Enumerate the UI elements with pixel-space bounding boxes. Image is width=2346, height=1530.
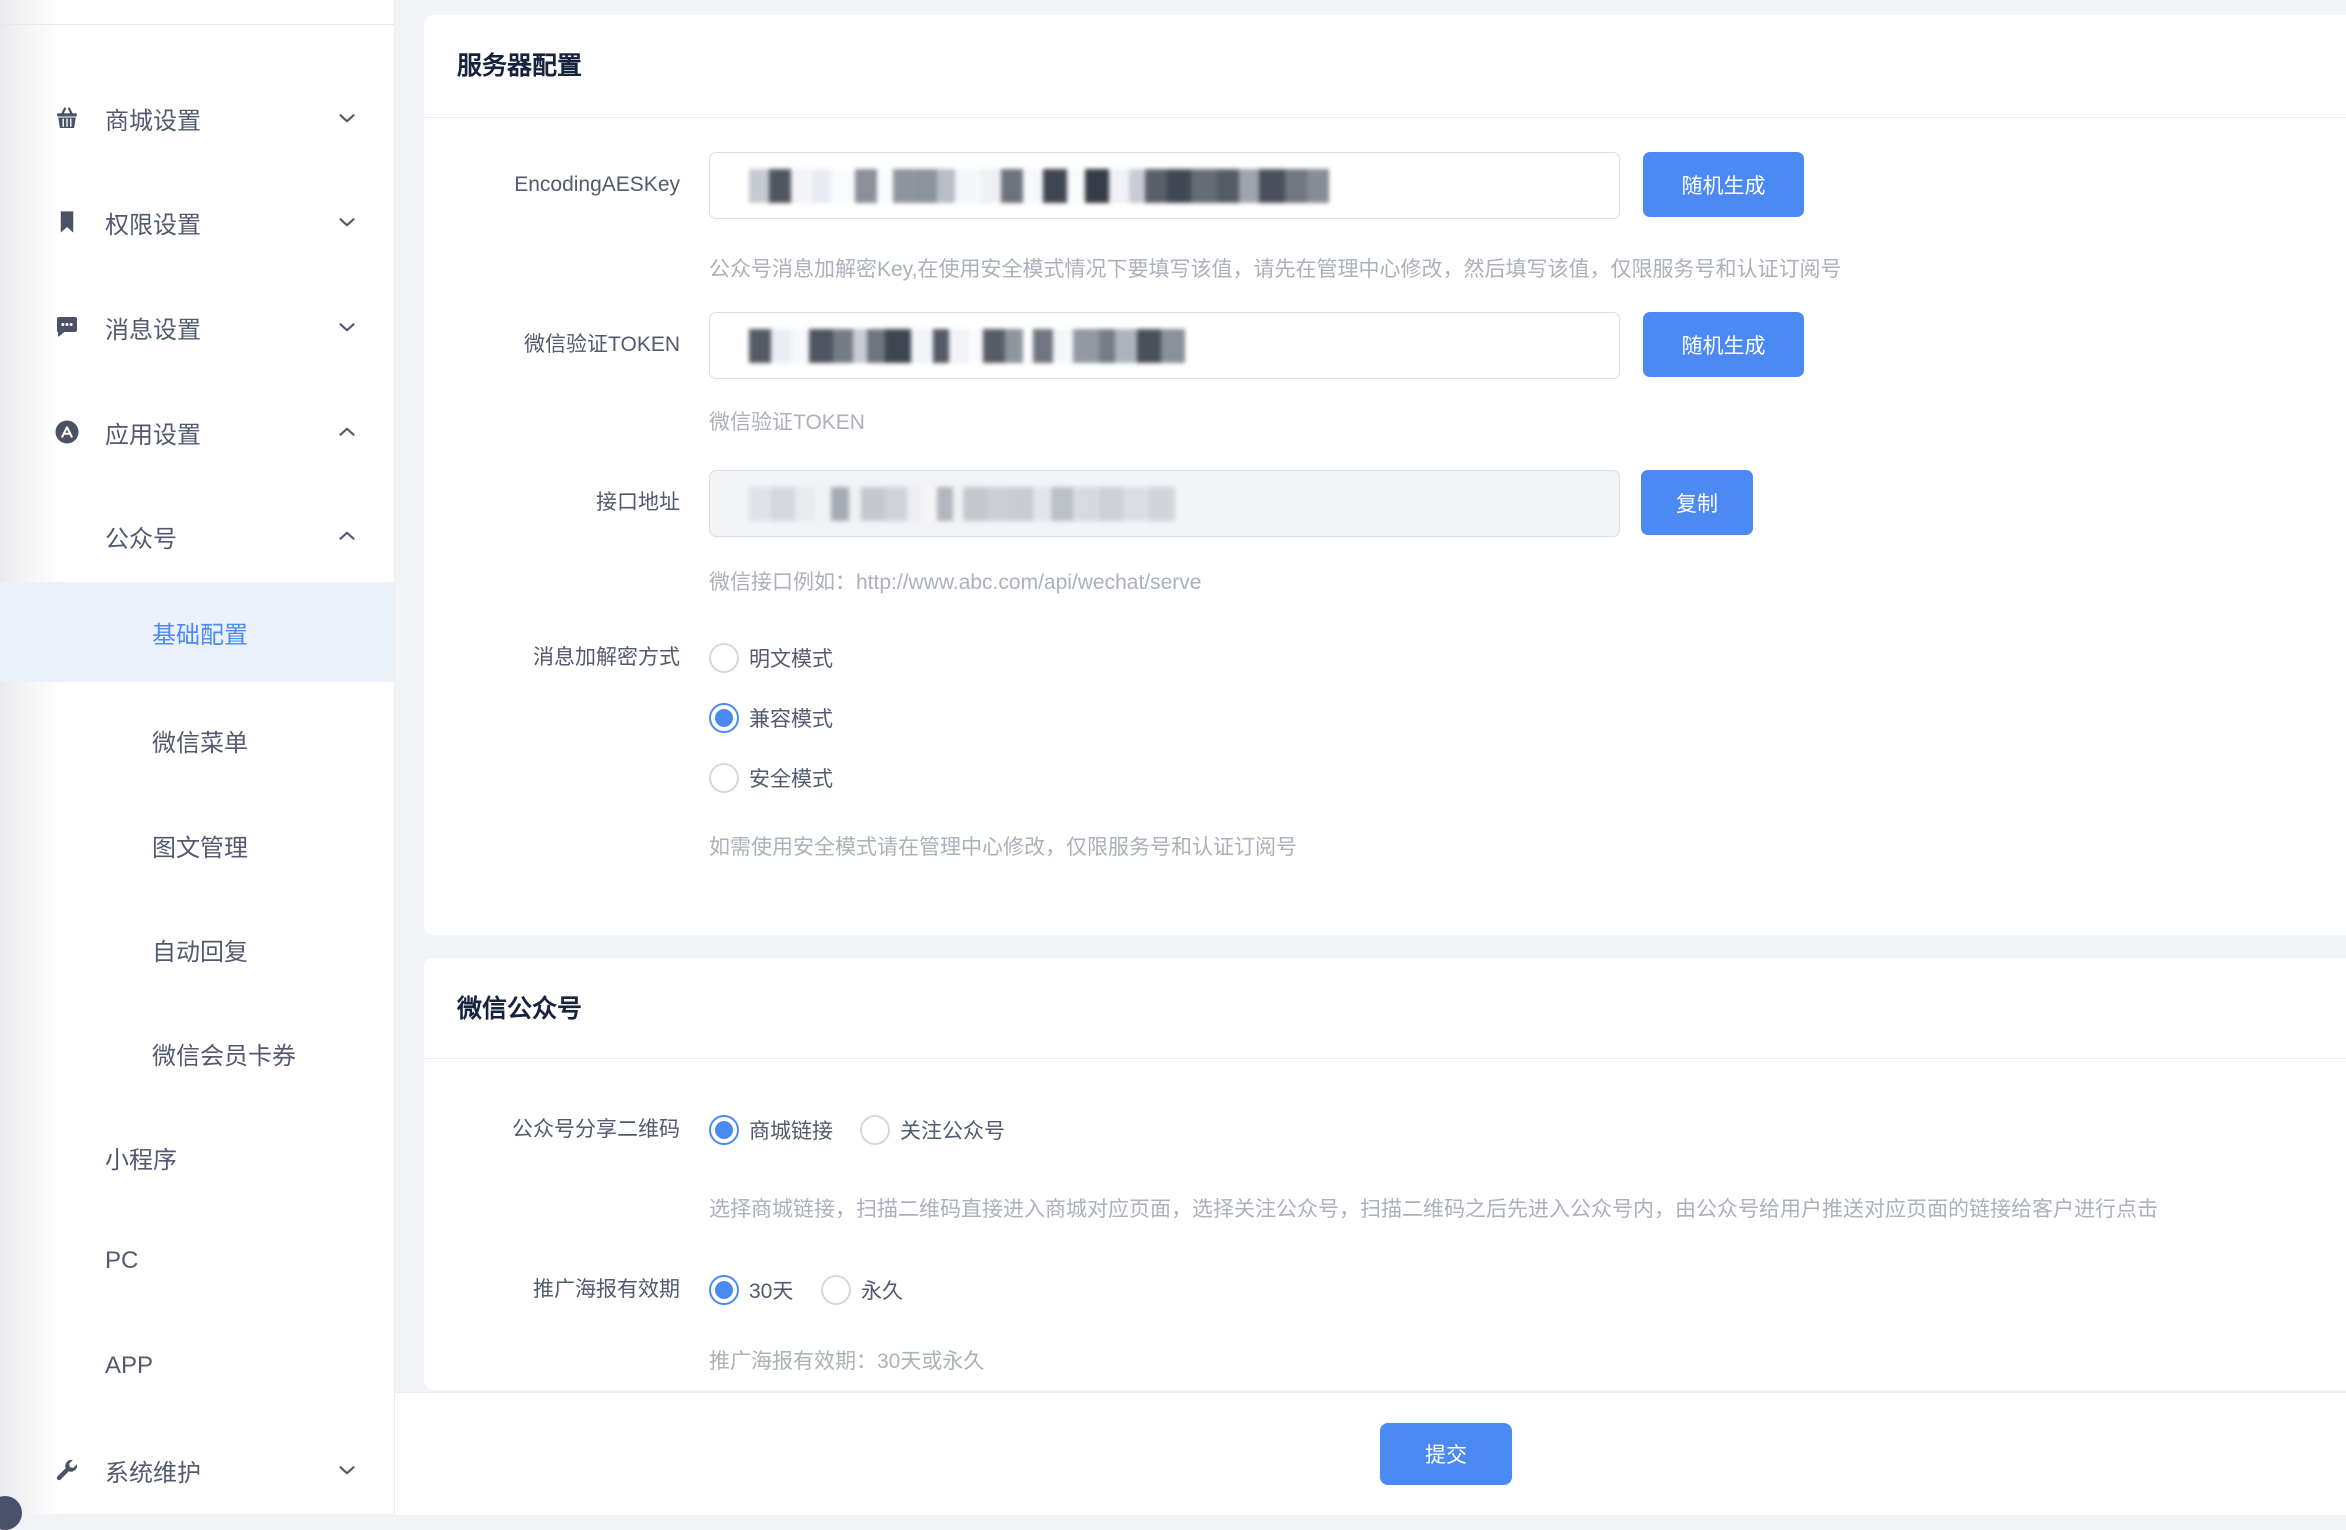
radio-icon[interactable] (709, 703, 739, 733)
sidebar-item-label: 图文管理 (152, 828, 248, 863)
api-url-label: 接口地址 (424, 488, 680, 518)
sidebar-item-app-settings[interactable]: 应用设置 (0, 382, 394, 482)
server-config-card: 服务器配置 EncodingAESKey 随机生成 公众号消息加解密Key,在使… (424, 15, 2346, 935)
encrypt-mode-help: 如需使用安全模式请在管理中心修改，仅限服务号和认证订阅号 (709, 833, 1297, 863)
api-url-input (709, 470, 1620, 537)
radio-icon[interactable] (709, 763, 739, 793)
encoding-aes-key-help: 公众号消息加解密Key,在使用安全模式情况下要填写该值，请先在管理中心修改，然后… (709, 255, 1841, 285)
radio-option-secure[interactable]: 安全模式 (709, 763, 833, 793)
sidebar-item-label: 微信会员卡券 (152, 1036, 296, 1071)
chevron-down-icon (334, 1457, 360, 1483)
sidebar-item-label: 公众号 (105, 519, 177, 554)
radio-option-label[interactable]: 安全模式 (749, 763, 833, 793)
section-title: 服务器配置 (457, 46, 582, 82)
bookmark-icon (52, 207, 82, 237)
message-icon (52, 312, 82, 342)
radio-option-label[interactable]: 永久 (861, 1275, 903, 1305)
sidebar-item-label: 基础配置 (152, 615, 248, 650)
chevron-down-icon (334, 105, 360, 131)
poster-validity-label: 推广海报有效期 (424, 1275, 680, 1305)
sidebar-item-mini-program[interactable]: 小程序 (0, 1107, 394, 1207)
divider (424, 1058, 2346, 1059)
copy-button[interactable]: 复制 (1641, 470, 1753, 535)
sidebar-item-label: APP (105, 1352, 153, 1380)
sidebar-item-mall-settings[interactable]: 商城设置 (0, 68, 394, 168)
radio-icon[interactable] (860, 1115, 890, 1145)
sidebar-item-basic-config[interactable]: 基础配置 (0, 582, 394, 682)
sidebar-item-official-account[interactable]: 公众号 (0, 486, 394, 586)
radio-icon[interactable] (709, 643, 739, 673)
radio-option-follow-account[interactable]: 关注公众号 (860, 1115, 1005, 1145)
radio-option-permanent[interactable]: 永久 (821, 1275, 903, 1305)
sidebar-item-label: PC (105, 1247, 138, 1275)
chevron-up-icon (334, 419, 360, 445)
wechat-token-input[interactable] (709, 312, 1620, 379)
radio-option-label[interactable]: 关注公众号 (900, 1115, 1005, 1145)
sidebar-item-label: 微信菜单 (152, 723, 248, 758)
sidebar-item-label: 小程序 (105, 1140, 177, 1175)
sidebar-item-article-management[interactable]: 图文管理 (0, 795, 394, 895)
basic-config-page: { "colors":{"primary":"#4b8af2","page_bg… (0, 0, 2346, 1514)
wechat-token-help: 微信验证TOKEN (709, 408, 865, 438)
poster-validity-help: 推广海报有效期：30天或永久 (709, 1347, 984, 1377)
sidebar-item-label: 权限设置 (105, 205, 201, 240)
sidebar-item-label: 应用设置 (105, 415, 201, 450)
form-footer: 提交 (394, 1392, 2346, 1515)
wechat-token-label: 微信验证TOKEN (424, 330, 680, 360)
radio-icon[interactable] (709, 1275, 739, 1305)
radio-option-label[interactable]: 明文模式 (749, 643, 833, 673)
api-url-help: 微信接口例如：http://www.abc.com/api/wechat/ser… (709, 568, 1201, 598)
radio-option-compatible[interactable]: 兼容模式 (709, 703, 833, 733)
sidebar-item-message-settings[interactable]: 消息设置 (0, 277, 394, 377)
sidebar-divider (0, 24, 394, 25)
share-qrcode-help: 选择商城链接，扫描二维码直接进入商城对应页面，选择关注公众号，扫描二维码之后先进… (709, 1195, 2158, 1225)
radio-option-label[interactable]: 兼容模式 (749, 703, 833, 733)
sidebar-item-permission-settings[interactable]: 权限设置 (0, 172, 394, 272)
masked-value (749, 169, 1329, 203)
basket-icon (52, 103, 82, 133)
random-generate-button[interactable]: 随机生成 (1643, 312, 1804, 377)
sidebar-item-label: 消息设置 (105, 310, 201, 345)
radio-icon[interactable] (709, 1115, 739, 1145)
wrench-icon (52, 1455, 82, 1485)
submit-button[interactable]: 提交 (1380, 1423, 1512, 1485)
radio-option-label[interactable]: 商城链接 (749, 1115, 833, 1145)
radio-option-plaintext[interactable]: 明文模式 (709, 643, 833, 673)
encrypt-mode-label: 消息加解密方式 (424, 643, 680, 673)
chevron-down-icon (334, 314, 360, 340)
sidebar-item-wechat-menu[interactable]: 微信菜单 (0, 690, 394, 790)
sidebar-item-label: 商城设置 (105, 101, 201, 136)
wechat-official-card: 微信公众号 公众号分享二维码 商城链接 关注公众号 选择商城链接，扫描二维码直接… (424, 958, 2346, 1390)
sidebar-item-label: 系统维护 (105, 1453, 201, 1488)
section-title: 微信公众号 (457, 989, 582, 1025)
share-qrcode-label: 公众号分享二维码 (424, 1115, 680, 1145)
radio-option-30days[interactable]: 30天 (709, 1275, 793, 1305)
encoding-aes-key-label: EncodingAESKey (424, 170, 680, 200)
sidebar-item-system-maintenance[interactable]: 系统维护 (0, 1420, 394, 1520)
sidebar-item-wechat-member-card[interactable]: 微信会员卡券 (0, 1003, 394, 1103)
chevron-up-icon (334, 523, 360, 549)
radio-option-mall-link[interactable]: 商城链接 (709, 1115, 833, 1145)
chevron-down-icon (334, 209, 360, 235)
sidebar: 商城设置 权限设置 消息设置 (0, 0, 395, 1514)
masked-value (749, 329, 1185, 363)
sidebar-item-pc[interactable]: PC (0, 1211, 394, 1311)
sidebar-item-app[interactable]: APP (0, 1316, 394, 1416)
radio-icon[interactable] (821, 1275, 851, 1305)
radio-option-label[interactable]: 30天 (749, 1275, 793, 1305)
encoding-aes-key-input[interactable] (709, 152, 1620, 219)
divider (424, 117, 2346, 118)
sidebar-item-auto-reply[interactable]: 自动回复 (0, 899, 394, 999)
random-generate-button[interactable]: 随机生成 (1643, 152, 1804, 217)
masked-value (749, 487, 1175, 521)
sidebar-item-label: 自动回复 (152, 932, 248, 967)
appstore-icon (52, 417, 82, 447)
